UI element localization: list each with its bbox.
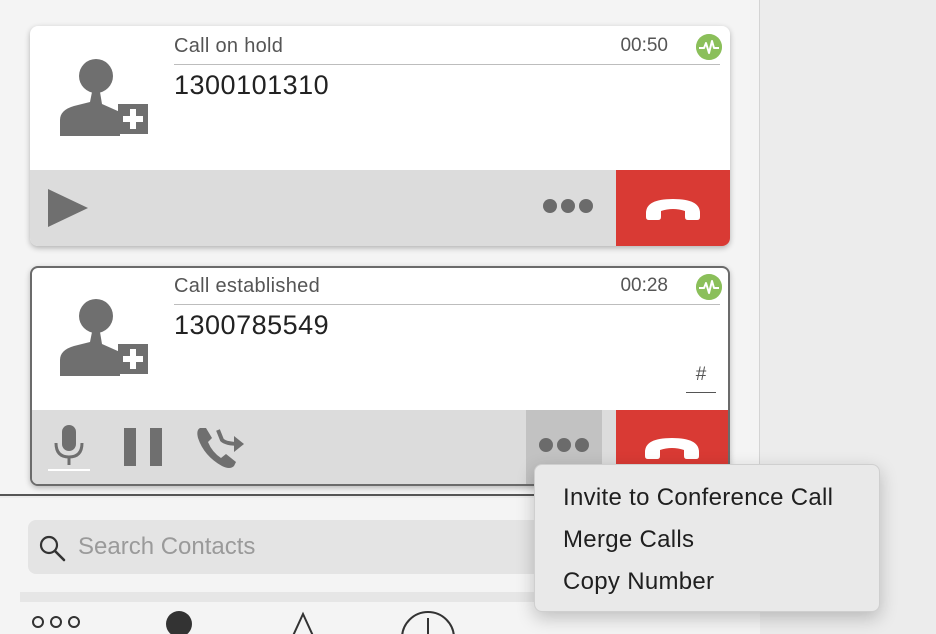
menu-item-invite-conference[interactable]: Invite to Conference Call [535,481,879,523]
transfer-button[interactable] [194,410,246,484]
more-options-button[interactable] [530,170,606,246]
hang-up-icon [646,199,700,220]
add-contact-icon[interactable] [56,54,148,146]
contacts-tab-icon[interactable] [162,608,196,634]
more-dots-icon [537,437,591,457]
dtmf-keypad-button[interactable]: # [686,364,716,393]
call-status: Call on hold [174,35,284,57]
dialpad-tab-icon[interactable] [30,608,86,634]
microphone-icon [48,425,90,471]
call-card-on-hold[interactable]: Call on hold 00:50 1300101310 [30,26,730,246]
menu-item-merge-calls[interactable]: Merge Calls [535,523,879,565]
add-contact-icon[interactable] [56,294,148,386]
call-number: 1300101310 [174,70,330,100]
hang-up-icon [645,438,699,459]
call-card-active[interactable]: Call established 00:28 1300785549 # [30,266,730,486]
mute-button[interactable] [48,410,90,484]
search-input[interactable] [78,528,558,566]
hold-button[interactable] [122,410,164,484]
pause-icon [124,428,162,466]
header-divider [174,64,720,65]
call-transfer-icon [197,428,244,468]
call-status: Call established [174,275,320,297]
activity-tab-icon[interactable] [288,608,318,634]
search-contacts-box[interactable] [28,520,588,574]
resume-button[interactable] [42,170,92,246]
call-number: 1300785549 [174,310,330,340]
play-icon [48,189,88,227]
menu-item-copy-number[interactable]: Copy Number [535,565,879,607]
hang-up-button[interactable] [616,170,730,246]
call-timer: 00:50 [620,35,668,56]
call-toolbar [30,170,730,246]
header-divider [174,304,720,305]
search-icon [39,535,66,562]
more-dots-icon [541,198,595,218]
call-quality-icon [696,34,722,60]
call-timer: 00:28 [620,275,668,296]
history-tab-icon[interactable] [398,608,458,634]
call-options-menu: Invite to Conference Call Merge Calls Co… [534,464,880,612]
call-quality-icon [696,274,722,300]
